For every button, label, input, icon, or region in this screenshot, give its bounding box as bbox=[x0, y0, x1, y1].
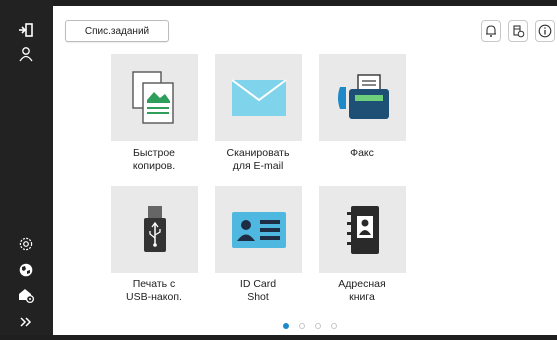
expand-icon bbox=[20, 317, 32, 327]
usb-drive-icon bbox=[143, 205, 166, 252]
fax-icon bbox=[337, 73, 389, 119]
tile-label-line: Сканировать bbox=[226, 147, 290, 159]
page-dot-2[interactable] bbox=[299, 323, 305, 329]
expand-button[interactable] bbox=[14, 310, 38, 334]
main-panel: Спис.заданий Быстрое копиров. Сканироват… bbox=[53, 6, 557, 335]
device-status-button[interactable] bbox=[508, 20, 528, 42]
tile-id-card-shot-label: ID Card Shot bbox=[203, 278, 313, 304]
language-button[interactable] bbox=[14, 258, 38, 282]
user-icon bbox=[19, 47, 33, 62]
left-sidebar bbox=[0, 0, 53, 340]
tile-usb-print-label: Печать с USB-накоп. bbox=[99, 278, 209, 304]
settings-icon bbox=[19, 237, 33, 251]
tile-label-line: копиров. bbox=[132, 160, 176, 172]
user-settings-icon bbox=[19, 289, 35, 304]
id-card-icon bbox=[231, 211, 286, 248]
job-list-label: Спис.заданий bbox=[84, 25, 150, 37]
globe-icon bbox=[19, 263, 33, 277]
page-dot-3[interactable] bbox=[315, 323, 321, 329]
tile-label-line: книга bbox=[349, 291, 375, 303]
user-settings-button[interactable] bbox=[14, 283, 38, 307]
tile-quick-copy-label: Быстрое копиров. bbox=[99, 147, 209, 173]
email-envelope-icon bbox=[230, 78, 287, 116]
page-dot-4[interactable] bbox=[331, 323, 337, 329]
notification-button[interactable] bbox=[481, 20, 501, 42]
device-status-icon bbox=[513, 25, 525, 38]
tile-label-line: USB-накоп. bbox=[126, 291, 182, 303]
tile-address-book-label: Адресная книга bbox=[307, 278, 417, 304]
tile-scan-to-email[interactable] bbox=[215, 54, 302, 141]
address-book-icon bbox=[346, 205, 379, 254]
tile-usb-print[interactable] bbox=[111, 186, 198, 273]
notification-bell-icon bbox=[486, 25, 496, 37]
tile-id-card-shot[interactable] bbox=[215, 186, 302, 273]
tile-quick-copy[interactable] bbox=[111, 54, 198, 141]
logout-icon bbox=[19, 23, 33, 37]
tile-label-line: для E-mail bbox=[232, 160, 284, 172]
tile-label-line: Факс bbox=[350, 147, 374, 159]
tile-fax[interactable] bbox=[319, 54, 406, 141]
job-list-button[interactable]: Спис.заданий bbox=[65, 20, 169, 42]
copy-icon bbox=[131, 70, 174, 124]
info-button[interactable] bbox=[535, 20, 555, 42]
tile-fax-label: Факс bbox=[307, 147, 417, 160]
logout-button[interactable] bbox=[14, 18, 38, 42]
page-dot-1[interactable] bbox=[283, 323, 289, 329]
settings-button[interactable] bbox=[14, 232, 38, 256]
info-icon bbox=[538, 24, 552, 38]
user-button[interactable] bbox=[14, 42, 38, 66]
tile-label-line: Печать с bbox=[132, 278, 176, 290]
tile-address-book[interactable] bbox=[319, 186, 406, 273]
tile-scan-to-email-label: Сканировать для E-mail bbox=[203, 147, 313, 173]
tile-label-line: Быстрое bbox=[132, 147, 175, 159]
tile-label-line: Адресная bbox=[338, 278, 386, 290]
bottom-frame bbox=[0, 335, 557, 340]
tile-label-line: ID Card bbox=[239, 278, 277, 290]
tile-label-line: Shot bbox=[247, 291, 269, 303]
